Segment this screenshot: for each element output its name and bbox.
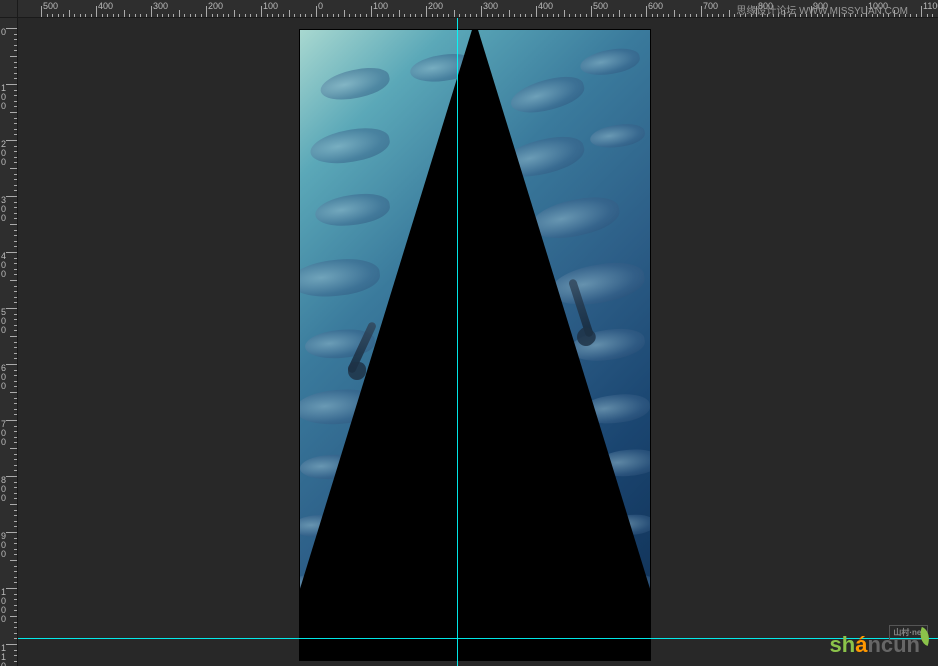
ruler-label: 500 [593,1,608,11]
ruler-label: 600 [648,1,663,11]
ruler-label: 0 [318,1,323,11]
ruler-label: 3 0 0 [1,196,11,223]
ruler-label: 1 0 0 0 [1,588,11,624]
ruler-label: 700 [703,1,718,11]
ruler-label: 9 0 0 [1,532,11,559]
ruler-label: 500 [43,1,58,11]
ruler-label: 100 [263,1,278,11]
watermark-logo: 山村·net sháncun [830,632,929,658]
vertical-guide[interactable] [457,18,458,666]
ruler-label: 100 [373,1,388,11]
triangle-shape-layer [300,30,650,660]
ruler-label: 8 0 0 [1,476,11,503]
ruler-corner [0,0,18,18]
ruler-label: 4 0 0 [1,252,11,279]
ruler-label: 400 [98,1,113,11]
ruler-label: 300 [483,1,498,11]
document-canvas[interactable] [300,30,650,660]
ruler-label: 400 [538,1,553,11]
horizontal-guide[interactable] [18,638,938,639]
ruler-label: 1 1 0 0 [1,644,11,666]
ruler-label: 5 0 0 [1,308,11,335]
ruler-label: 2 0 0 [1,140,11,167]
vertical-ruler[interactable]: 0 1 0 0 2 0 0 3 0 0 4 0 0 5 0 0 6 0 0 7 0 0 8 0 … [0,18,18,666]
ruler-label: 1 0 0 [1,84,11,111]
ruler-label: 200 [428,1,443,11]
ruler-label: 6 0 0 [1,364,11,391]
ruler-label: 1100 [923,1,938,11]
ruler-label: 200 [208,1,223,11]
canvas-area[interactable] [18,18,938,666]
ruler-label: 0 [1,28,11,37]
ruler-label: 300 [153,1,168,11]
watermark-top: 思缘设计论坛 WWW.MISSYUAN.COM [736,2,908,17]
ruler-label: 7 0 0 [1,420,11,447]
